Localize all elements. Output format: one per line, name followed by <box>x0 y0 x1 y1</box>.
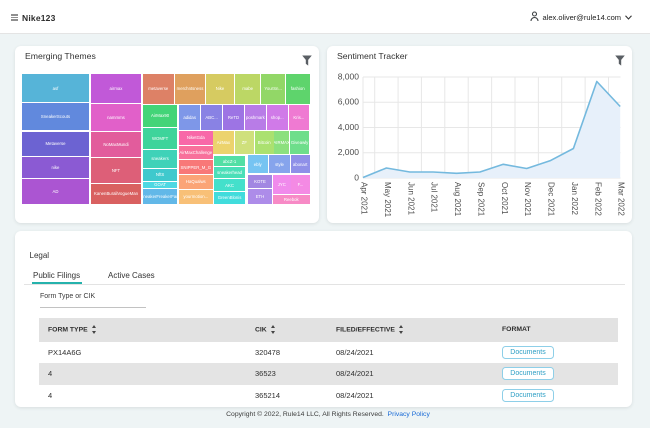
svg-text:Jun 2021: Jun 2021 <box>406 182 415 215</box>
svg-text:0: 0 <box>354 173 359 183</box>
svg-text:Jan 2022: Jan 2022 <box>570 182 579 215</box>
svg-text:6,000: 6,000 <box>338 97 360 107</box>
svg-text:Mar 2022: Mar 2022 <box>617 182 626 216</box>
svg-text:2,000: 2,000 <box>338 147 360 157</box>
svg-text:Oct 2021: Oct 2021 <box>500 182 509 215</box>
svg-text:4,000: 4,000 <box>338 122 360 132</box>
svg-text:Dec 2021: Dec 2021 <box>547 182 556 217</box>
svg-text:8,000: 8,000 <box>338 72 360 82</box>
svg-text:Jul 2021: Jul 2021 <box>430 182 439 213</box>
svg-text:May 2021: May 2021 <box>383 182 392 218</box>
svg-text:Nov 2021: Nov 2021 <box>523 182 532 217</box>
svg-text:Sep 2021: Sep 2021 <box>476 182 485 217</box>
svg-text:Feb 2022: Feb 2022 <box>593 182 602 216</box>
svg-text:Aug 2021: Aug 2021 <box>453 182 462 217</box>
svg-text:Apr 2021: Apr 2021 <box>360 182 369 215</box>
